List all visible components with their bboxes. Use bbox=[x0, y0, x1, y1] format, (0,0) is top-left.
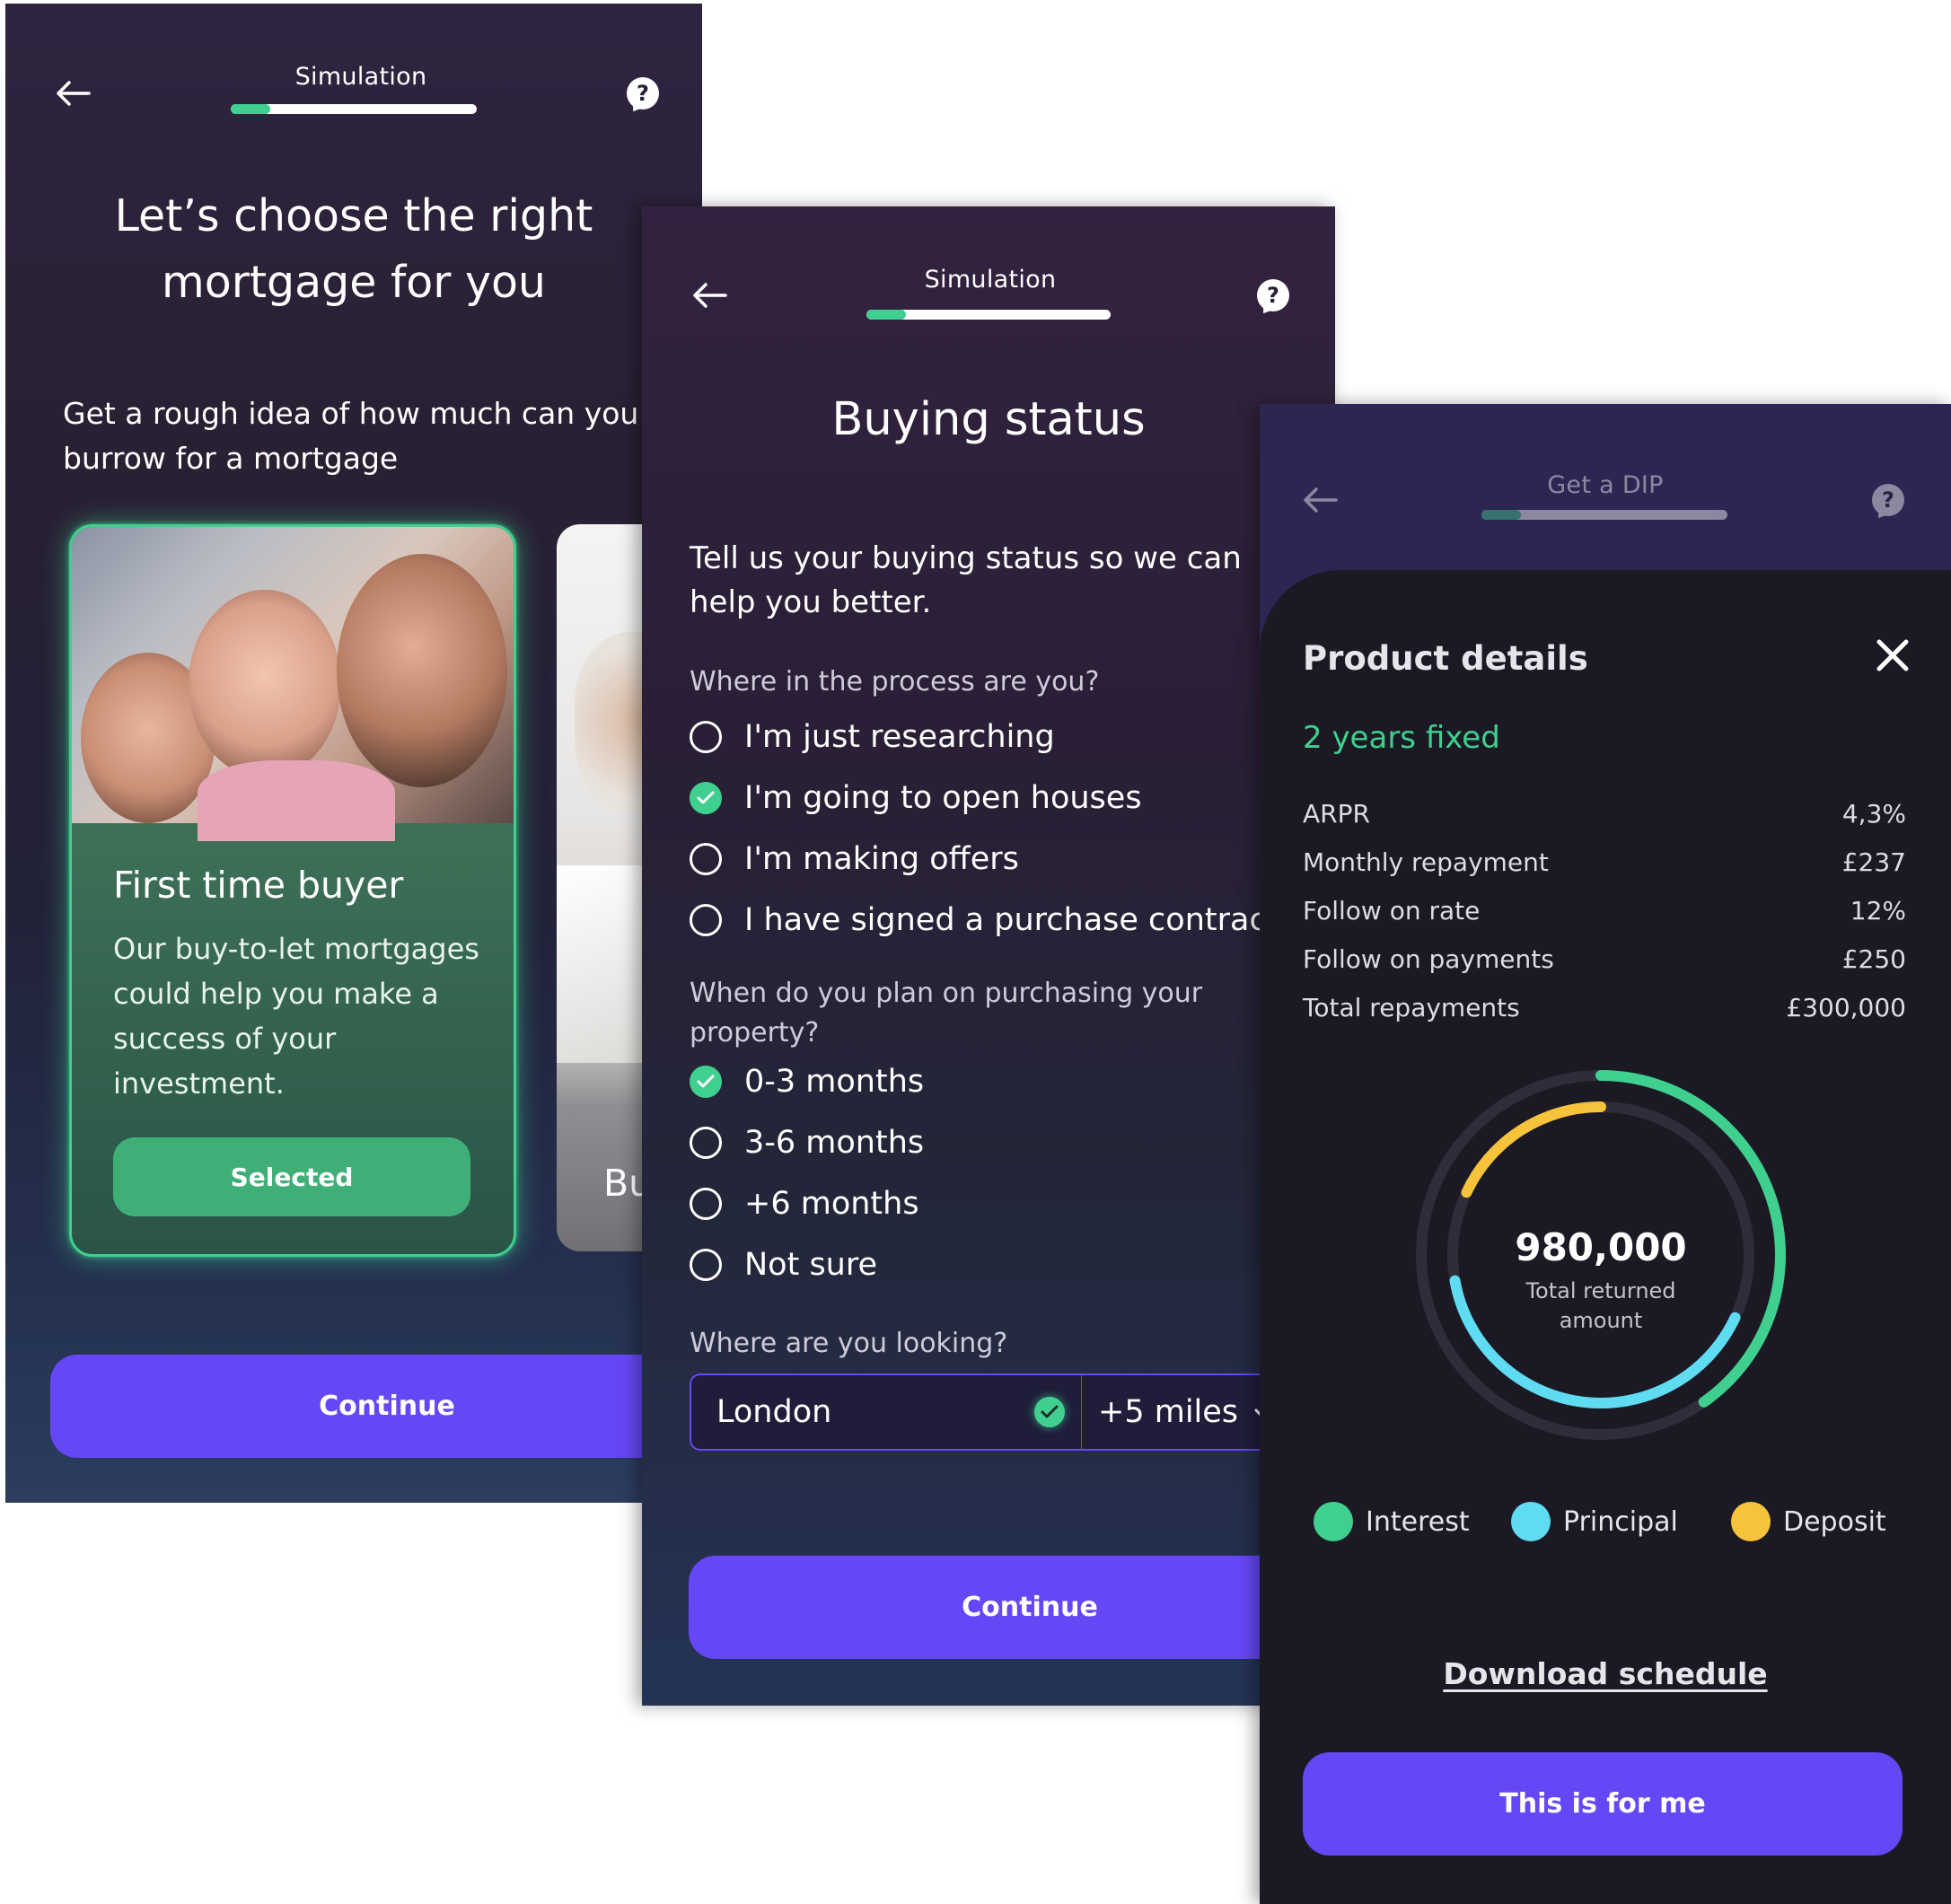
page-intro: Tell us your buying status so we can hel… bbox=[690, 540, 1242, 620]
question-process: Where in the process are you? bbox=[690, 666, 1100, 698]
detail-label: ARPR bbox=[1303, 799, 1370, 829]
progress-bar bbox=[1481, 510, 1727, 520]
radio-label: I'm just researching bbox=[744, 719, 1055, 755]
radio-label: Not sure bbox=[744, 1247, 878, 1283]
page-title: Buying status bbox=[831, 393, 1146, 446]
selected-button[interactable]: Selected bbox=[113, 1137, 470, 1216]
card-description: Our buy-to-let mortgages could help you … bbox=[113, 932, 479, 1101]
total-returned-value: 980,000 bbox=[1515, 1225, 1687, 1269]
detail-value: £237 bbox=[1841, 847, 1906, 877]
radio-label: I'm going to open houses bbox=[744, 780, 1142, 816]
radio-unchecked-icon[interactable] bbox=[690, 1188, 722, 1220]
legend-label: Deposit bbox=[1783, 1505, 1886, 1538]
dimmed-header: Get a DIP ? bbox=[1260, 404, 1951, 583]
legend-dot bbox=[1511, 1502, 1551, 1541]
radio-option[interactable]: 3-6 months bbox=[690, 1120, 924, 1165]
legend-deposit: Deposit bbox=[1731, 1499, 1886, 1544]
detail-value: £300,000 bbox=[1786, 993, 1906, 1022]
radio-option[interactable]: Not sure bbox=[690, 1242, 877, 1287]
this-is-for-me-button[interactable]: This is for me bbox=[1303, 1752, 1903, 1856]
progress-fill bbox=[866, 310, 906, 320]
continue-button[interactable]: Continue bbox=[50, 1355, 702, 1458]
radio-unchecked-icon[interactable] bbox=[690, 721, 722, 753]
detail-row: Monthly repayment £237 bbox=[1303, 847, 1906, 883]
family-photo bbox=[72, 527, 514, 841]
radio-unchecked-icon[interactable] bbox=[690, 904, 722, 936]
location-value: London bbox=[716, 1394, 832, 1430]
legend-label: Interest bbox=[1366, 1505, 1470, 1538]
help-icon: ? bbox=[1866, 478, 1911, 522]
detail-row: ARPR 4,3% bbox=[1303, 799, 1906, 835]
radio-option[interactable]: I'm just researching bbox=[690, 715, 1055, 759]
legend-dot bbox=[1731, 1502, 1771, 1541]
header-title: Simulation bbox=[924, 266, 1057, 294]
detail-label: Follow on payments bbox=[1303, 944, 1554, 974]
radio-option[interactable]: 0-3 months bbox=[690, 1059, 924, 1104]
radio-unchecked-icon[interactable] bbox=[690, 1127, 722, 1159]
radio-label: I'm making offers bbox=[744, 841, 1019, 877]
download-schedule-link[interactable]: Download schedule bbox=[1260, 1656, 1951, 1691]
question-timeframe: When do you plan on purchasing your prop… bbox=[690, 978, 1203, 1049]
radio-label: I have signed a purchase contract bbox=[744, 902, 1279, 938]
radio-label: 3-6 months bbox=[744, 1125, 925, 1161]
detail-row: Follow on payments £250 bbox=[1303, 944, 1906, 980]
help-icon[interactable]: ? bbox=[1251, 273, 1296, 318]
screen-product-details: Get a DIP ? Product details 2 years fixe… bbox=[1260, 404, 1951, 1904]
back-arrow-icon[interactable] bbox=[687, 273, 732, 318]
radio-option[interactable]: I'm going to open houses bbox=[690, 776, 1142, 820]
radio-checked-icon[interactable] bbox=[690, 1066, 722, 1098]
radio-option[interactable]: +6 months bbox=[690, 1181, 919, 1226]
page-title-line: mortgage for you bbox=[161, 257, 546, 308]
back-arrow-icon[interactable] bbox=[50, 71, 95, 116]
radio-unchecked-icon[interactable] bbox=[690, 1249, 722, 1281]
detail-value: 4,3% bbox=[1841, 799, 1906, 829]
screen-buying-status: Simulation ? Buying status Tell us your … bbox=[642, 206, 1335, 1706]
detail-row: Follow on rate 12% bbox=[1303, 896, 1906, 932]
help-icon[interactable]: ? bbox=[620, 71, 665, 116]
radio-unchecked-icon[interactable] bbox=[690, 843, 722, 875]
legend-label: Principal bbox=[1563, 1505, 1678, 1538]
sheet-title: Product details bbox=[1303, 639, 1588, 678]
header-title: Get a DIP bbox=[1547, 471, 1664, 499]
radio-label: 0-3 months bbox=[744, 1064, 925, 1100]
radio-checked-icon[interactable] bbox=[690, 782, 722, 814]
progress-bar bbox=[866, 310, 1111, 320]
progress-fill bbox=[231, 104, 270, 114]
radio-label: +6 months bbox=[744, 1186, 919, 1222]
screen-mortgage-choice: Simulation ? Let’s choose the right mort… bbox=[5, 4, 702, 1503]
close-icon[interactable] bbox=[1870, 633, 1915, 678]
legend-dot bbox=[1314, 1502, 1353, 1541]
page-title-line: Let’s choose the right bbox=[114, 190, 593, 241]
location-input[interactable]: London bbox=[690, 1373, 1085, 1451]
progress-bar bbox=[231, 104, 477, 114]
detail-label: Follow on rate bbox=[1303, 896, 1481, 926]
header-title: Simulation bbox=[294, 63, 427, 91]
subtitle-line: Get a rough idea of how much can you bbox=[63, 396, 639, 431]
detail-value: 12% bbox=[1850, 896, 1906, 926]
page-title: Let’s choose the right mortgage for you bbox=[5, 183, 702, 316]
progress-fill bbox=[1481, 510, 1521, 520]
back-arrow-icon bbox=[1297, 478, 1342, 522]
legend-interest: Interest bbox=[1314, 1499, 1470, 1544]
check-icon bbox=[1034, 1397, 1065, 1427]
continue-button[interactable]: Continue bbox=[689, 1556, 1335, 1659]
question-location: Where are you looking? bbox=[690, 1328, 1008, 1359]
radio-option[interactable]: I have signed a purchase contract bbox=[690, 898, 1279, 943]
legend-principal: Principal bbox=[1511, 1499, 1678, 1544]
card-title: First time buyer bbox=[113, 864, 404, 907]
total-returned-caption: Total returned amount bbox=[1525, 1278, 1676, 1333]
radio-option[interactable]: I'm making offers bbox=[690, 837, 1019, 882]
product-name: 2 years fixed bbox=[1303, 720, 1500, 756]
detail-value: £250 bbox=[1841, 944, 1906, 974]
radius-value: +5 miles bbox=[1098, 1394, 1239, 1430]
page-subtitle: Get a rough idea of how much can you bur… bbox=[63, 391, 702, 481]
subtitle-line: burrow for a mortgage bbox=[63, 441, 399, 476]
first-time-buyer-card[interactable]: First time buyer Our buy-to-let mortgage… bbox=[69, 524, 516, 1257]
detail-label: Total repayments bbox=[1303, 993, 1520, 1022]
detail-row: Total repayments £300,000 bbox=[1303, 993, 1906, 1029]
detail-label: Monthly repayment bbox=[1303, 847, 1549, 877]
